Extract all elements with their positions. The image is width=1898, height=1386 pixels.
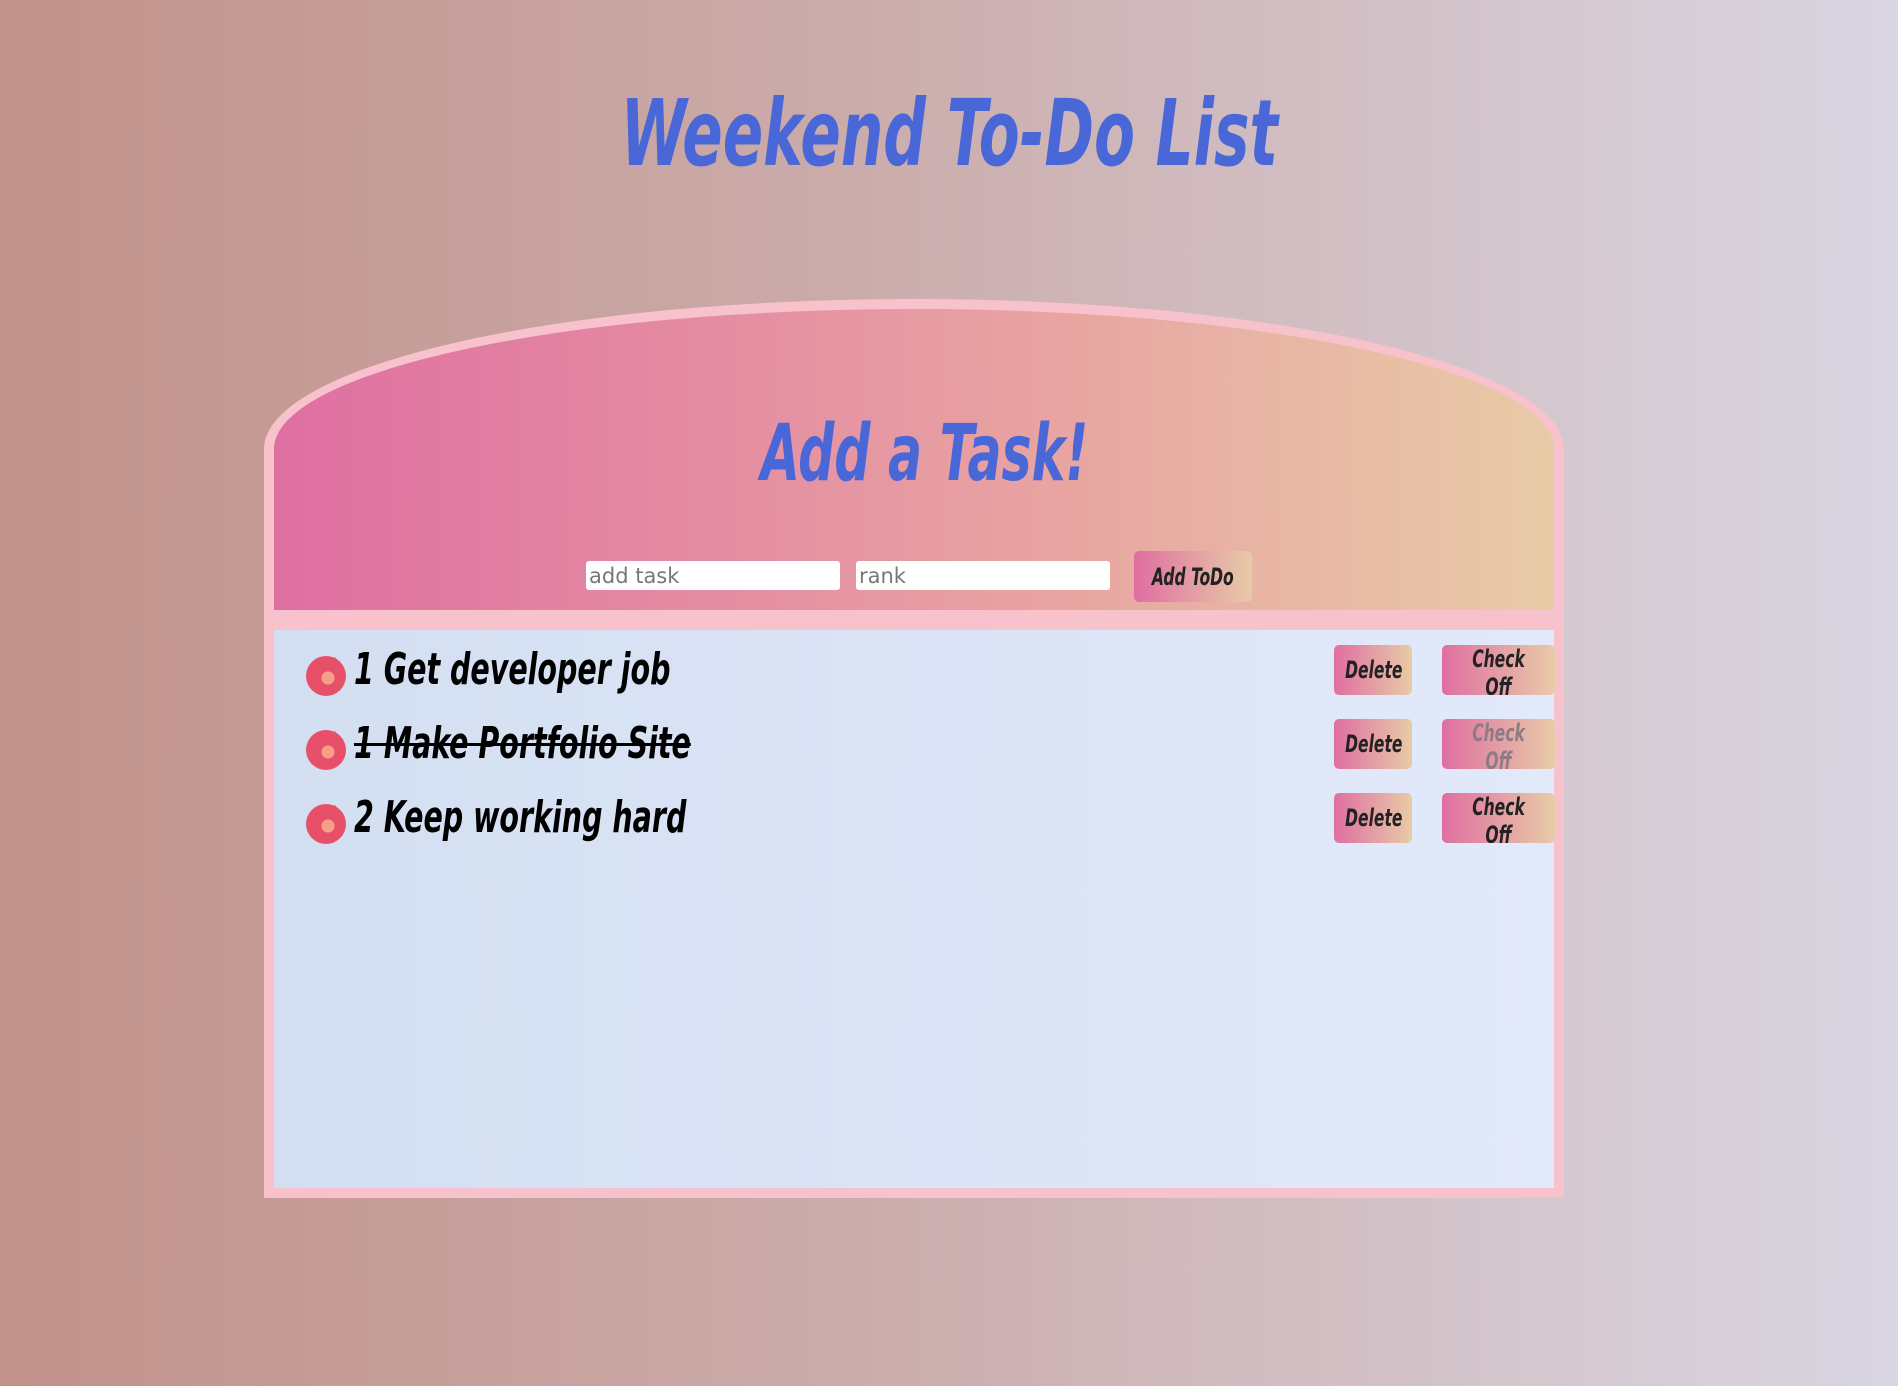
todo-list: 1 Get developer job Delete Check Off 1 M… xyxy=(264,630,1564,1198)
add-todo-button[interactable]: Add ToDo xyxy=(1134,551,1252,602)
list-item: 2 Keep working hard Delete Check Off xyxy=(294,792,1564,866)
list-item: 1 Make Portfolio Site Delete Check Off xyxy=(294,718,1564,792)
delete-button[interactable]: Delete xyxy=(1334,645,1412,695)
divider xyxy=(264,610,1564,630)
page-title: Weekend To-Do List xyxy=(620,80,1278,187)
firefox-icon xyxy=(306,656,346,696)
todo-text: 1 Make Portfolio Site xyxy=(354,718,691,769)
add-task-heading: Add a Task! xyxy=(760,409,1088,499)
delete-button[interactable]: Delete xyxy=(1334,793,1412,843)
check-off-button[interactable]: Check Off xyxy=(1442,719,1555,769)
list-item: 1 Get developer job Delete Check Off xyxy=(294,644,1564,718)
check-off-button[interactable]: Check Off xyxy=(1442,645,1555,695)
delete-button[interactable]: Delete xyxy=(1334,719,1412,769)
todo-text: 2 Keep working hard xyxy=(354,792,687,843)
firefox-icon xyxy=(306,804,346,844)
firefox-icon xyxy=(306,730,346,770)
todo-card: Add a Task! Add ToDo 1 Get developer job… xyxy=(264,299,1564,1198)
rank-input[interactable] xyxy=(856,561,1110,590)
todo-text: 1 Get developer job xyxy=(354,644,671,695)
task-input[interactable] xyxy=(586,561,840,590)
add-task-panel: Add a Task! Add ToDo xyxy=(264,299,1564,630)
check-off-button[interactable]: Check Off xyxy=(1442,793,1555,843)
